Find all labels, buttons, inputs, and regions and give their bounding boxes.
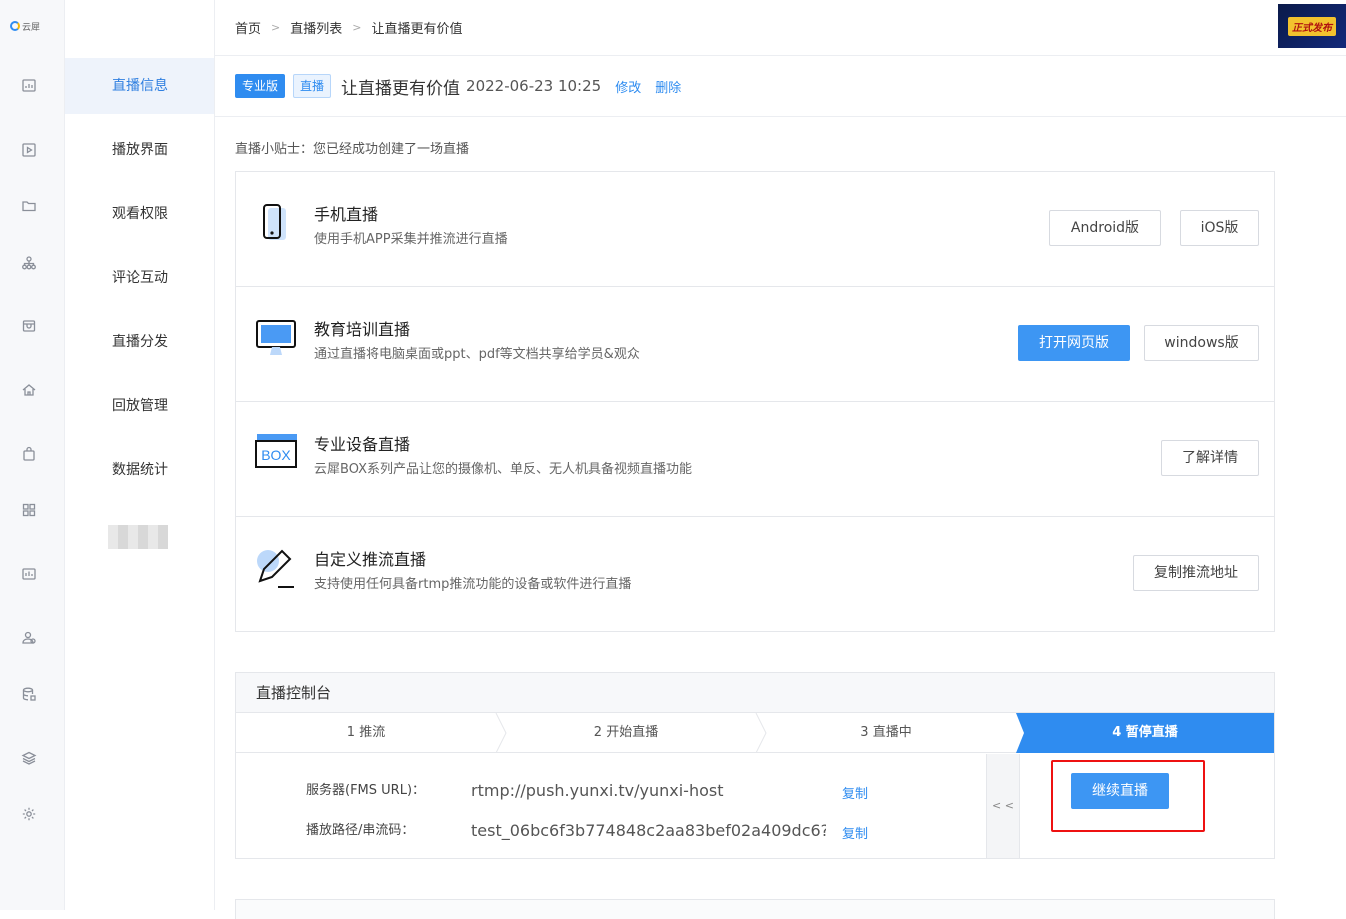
step-push[interactable]: 1 推流: [236, 713, 496, 753]
bag-icon[interactable]: [21, 446, 37, 462]
logo-text: 云犀: [22, 22, 41, 33]
method-desc: 通过直播将电脑桌面或ppt、pdf等文档共享给学员&观众: [314, 347, 640, 362]
ios-button[interactable]: iOS版: [1180, 210, 1259, 246]
sidebar-item-comments[interactable]: 评论互动: [65, 250, 214, 306]
method-title: 自定义推流直播: [314, 550, 427, 569]
method-desc: 云犀BOX系列产品让您的摄像机、单反、无人机具备视频直播功能: [314, 462, 692, 477]
method-custom: 自定义推流直播 支持使用任何具备rtmp推流功能的设备或软件进行直播 复制推流地…: [236, 517, 1274, 632]
phone-icon: [254, 202, 298, 246]
step-live[interactable]: 3 直播中: [756, 713, 1016, 753]
method-device: BOX 专业设备直播 云犀BOX系列产品让您的摄像机、单反、无人机具备视频直播功…: [236, 402, 1274, 517]
sidebar-item-live-info[interactable]: 直播信息: [65, 58, 214, 114]
live-date: 2022-06-23 10:25: [466, 77, 602, 95]
delete-link[interactable]: 删除: [655, 77, 681, 96]
monitor-icon: [254, 317, 298, 361]
copy-stream-key-link[interactable]: 复制: [842, 823, 868, 842]
play-icon[interactable]: [21, 142, 37, 158]
app-logo[interactable]: 云犀: [10, 18, 40, 34]
step-bar: 1 推流 2 开始直播 3 直播中 4 暂停直播: [236, 713, 1274, 753]
collapse-button[interactable]: < <: [986, 754, 1020, 858]
chevron-right-icon: >: [352, 21, 362, 34]
server-url-value: rtmp://push.yunxi.tv/yunxi-host: [471, 781, 724, 800]
sidebar-nav: 直播信息 播放界面 观看权限 评论互动 直播分发 回放管理 数据统计: [65, 0, 215, 910]
icon-rail: 云犀: [0, 0, 65, 910]
stream-key-label: 播放路径/串流码：: [306, 823, 415, 838]
folder-icon[interactable]: [21, 198, 37, 214]
grid-icon[interactable]: [21, 502, 37, 518]
copy-server-link[interactable]: 复制: [842, 783, 868, 802]
user-group-icon[interactable]: [21, 630, 37, 646]
edit-link[interactable]: 修改: [615, 77, 641, 96]
divider: [215, 116, 1346, 117]
method-desc: 支持使用任何具备rtmp推流功能的设备或软件进行直播: [314, 577, 632, 592]
chevron-right-icon: >: [271, 21, 281, 34]
step-pause[interactable]: 4 暂停直播: [1016, 713, 1274, 753]
live-tip: 直播小贴士：您已经成功创建了一场直播: [235, 142, 470, 157]
stats-icon[interactable]: [21, 566, 37, 582]
next-section-card: [235, 899, 1275, 919]
release-badge-label: 正式发布: [1288, 16, 1336, 36]
store-icon[interactable]: [21, 318, 37, 334]
pen-icon: [254, 547, 298, 591]
android-button[interactable]: Android版: [1049, 210, 1161, 246]
sidebar-item-statistics[interactable]: 数据统计: [65, 442, 214, 498]
svg-text:BOX: BOX: [261, 447, 291, 463]
breadcrumb-home[interactable]: 首页: [235, 18, 261, 37]
pro-tag: 专业版: [235, 74, 286, 98]
copy-push-url-button[interactable]: 复制推流地址: [1133, 555, 1259, 591]
method-title: 手机直播: [314, 205, 379, 224]
live-header: 专业版 直播 让直播更有价值 2022-06-23 10:25 修改 删除: [235, 73, 681, 99]
live-methods-card: 手机直播 使用手机APP采集并推流进行直播 Android版 iOS版 教育培训…: [235, 171, 1275, 632]
breadcrumb-current: 让直播更有价值: [371, 22, 463, 37]
sidebar-item-replay[interactable]: 回放管理: [65, 378, 214, 434]
settings-icon[interactable]: [21, 806, 37, 822]
sidebar-item-distribution[interactable]: 直播分发: [65, 314, 214, 370]
chart-icon[interactable]: [21, 78, 37, 94]
page-title: 让直播更有价值: [341, 78, 461, 99]
live-console: 直播控制台 1 推流 2 开始直播 3 直播中 4 暂停直播 服务器(FMS U…: [235, 672, 1275, 859]
windows-button[interactable]: windows版: [1144, 325, 1259, 361]
method-title: 专业设备直播: [314, 435, 411, 454]
org-icon[interactable]: [21, 255, 37, 271]
breadcrumb: 首页 > 直播列表 > 让直播更有价值: [235, 18, 462, 37]
breadcrumb-live-list[interactable]: 直播列表: [290, 18, 342, 37]
server-label: 服务器(FMS URL)：: [306, 783, 426, 798]
method-desc: 使用手机APP采集并推流进行直播: [314, 232, 508, 247]
step-start[interactable]: 2 开始直播: [496, 713, 756, 753]
logo-mark-icon: [10, 21, 20, 31]
top-bar: 首页 > 直播列表 > 让直播更有价值 正式发布: [215, 0, 1346, 56]
stream-key-value: test_06bc6f3b774848c2aa83bef02a409dc6?au…: [471, 821, 826, 840]
open-web-button[interactable]: 打开网页版: [1018, 325, 1130, 361]
method-mobile: 手机直播 使用手机APP采集并推流进行直播 Android版 iOS版: [236, 172, 1274, 287]
learn-more-button[interactable]: 了解详情: [1161, 440, 1259, 476]
box-icon: BOX: [254, 432, 298, 476]
live-tag: 直播: [293, 74, 332, 98]
method-title: 教育培训直播: [314, 320, 411, 339]
console-title: 直播控制台: [236, 673, 1274, 713]
blurred-item: [108, 525, 168, 549]
method-education: 教育培训直播 通过直播将电脑桌面或ppt、pdf等文档共享给学员&观众 打开网页…: [236, 287, 1274, 402]
continue-live-button[interactable]: 继续直播: [1071, 773, 1169, 809]
sidebar-item-permission[interactable]: 观看权限: [65, 186, 214, 242]
sidebar-item-player[interactable]: 播放界面: [65, 122, 214, 178]
home-icon[interactable]: [21, 382, 37, 398]
database-icon[interactable]: [21, 686, 37, 702]
layers-icon[interactable]: [21, 750, 37, 766]
release-badge[interactable]: 正式发布: [1278, 4, 1346, 48]
